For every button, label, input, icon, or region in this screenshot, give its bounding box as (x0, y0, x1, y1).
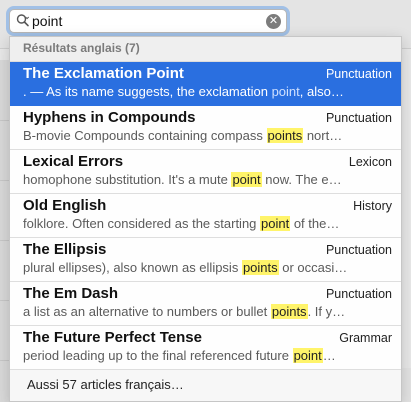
match-highlight: point (271, 84, 300, 99)
result-snippet: a list as an alternative to numbers or b… (23, 304, 346, 319)
section-header: Résultats anglais (7) (10, 37, 401, 62)
result-item[interactable]: Hyphens in Compounds Punctuation B-movie C… (10, 106, 401, 150)
search-icon (16, 13, 30, 29)
result-item[interactable]: The Exclamation Point Punctuation . — As i… (10, 62, 401, 106)
result-category: History (353, 199, 392, 213)
more-results-link[interactable]: Aussi 57 articles français… (10, 370, 401, 401)
result-category: Grammar (339, 331, 392, 345)
match-highlight: points (266, 128, 304, 143)
clear-icon[interactable]: ✕ (266, 14, 281, 29)
results-list: The Exclamation Point Punctuation . — As i… (10, 62, 401, 370)
search-results-popup: Résultats anglais (7) The Exclamation Po… (9, 36, 402, 402)
result-category: Lexicon (348, 155, 392, 169)
match-highlight: points (270, 304, 308, 319)
match-highlight: point (231, 172, 262, 187)
result-item[interactable]: The Em Dash Punctuation a list as an alter… (10, 282, 401, 326)
result-snippet: . — As its name suggests, the exclamatio… (23, 84, 344, 99)
result-category: Punctuation (325, 287, 392, 301)
result-snippet: plural ellipses), also known as ellipsis… (23, 260, 348, 275)
result-snippet: period leading up to the final reference… (23, 348, 336, 363)
result-snippet: homophone substitution. It's a mute poin… (23, 172, 342, 187)
result-title: Hyphens in Compounds (23, 109, 196, 126)
result-snippet: B-movie Compounds containing compass poi… (23, 128, 343, 143)
search-field[interactable]: point ✕ (9, 9, 287, 33)
result-snippet: folklore. Often considered as the starti… (23, 216, 340, 231)
match-highlight: point (292, 348, 323, 363)
search-input[interactable]: point (32, 13, 62, 29)
result-title: Lexical Errors (23, 153, 124, 170)
result-title: Old English (23, 197, 107, 214)
result-item[interactable]: Lexical Errors Lexicon homophone substitut… (10, 150, 401, 194)
result-title: The Exclamation Point (23, 65, 184, 82)
result-title: The Future Perfect Tense (23, 329, 202, 346)
match-highlight: point (260, 216, 291, 231)
result-category: Punctuation (325, 67, 392, 81)
result-title: The Ellipsis (23, 241, 107, 258)
result-title: The Em Dash (23, 285, 119, 302)
result-item[interactable]: The Ellipsis Punctuation plural ellipses),… (10, 238, 401, 282)
result-category: Punctuation (325, 243, 392, 257)
result-item[interactable]: The Future Perfect Tense Grammar period le… (10, 326, 401, 370)
match-highlight: points (241, 260, 279, 275)
result-item[interactable]: Old English History folklore. Often consid… (10, 194, 401, 238)
result-category: Punctuation (325, 111, 392, 125)
